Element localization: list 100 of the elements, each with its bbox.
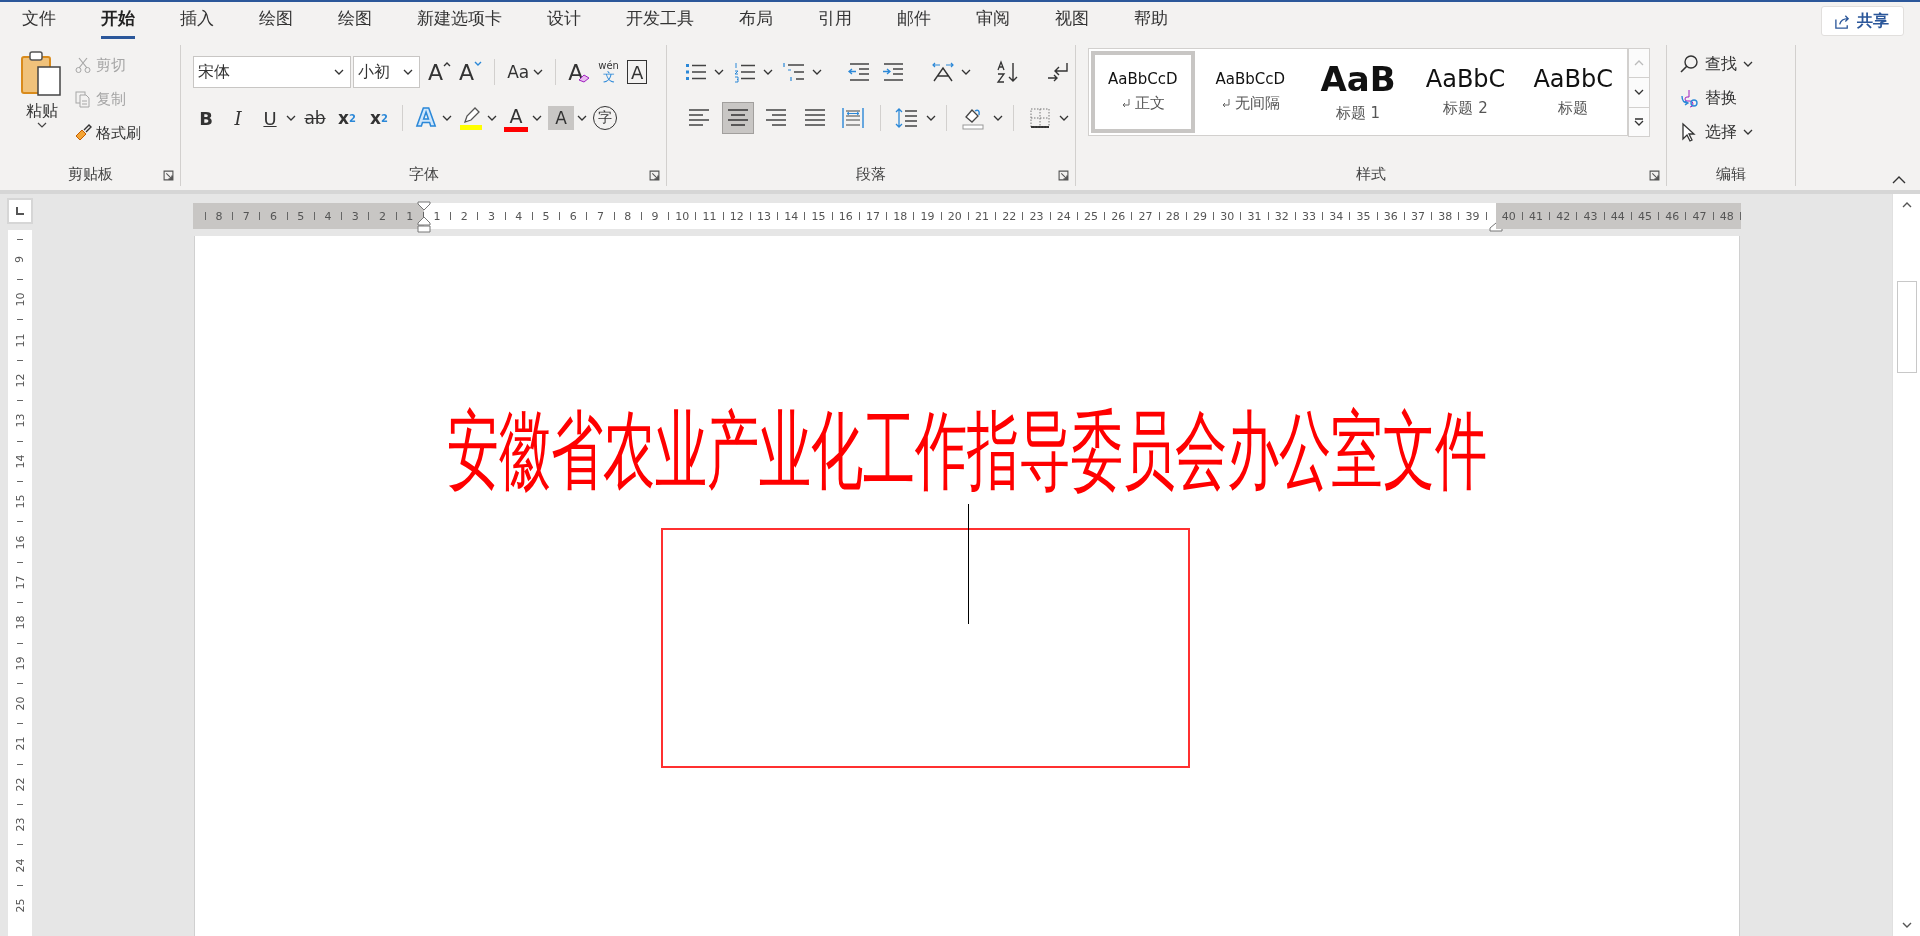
caret-icon[interactable] bbox=[577, 115, 587, 121]
ruler-number: 6 bbox=[568, 209, 578, 223]
ruler-number: 1 bbox=[432, 209, 442, 223]
caret-icon[interactable] bbox=[442, 115, 452, 121]
ruler-number: 4 bbox=[323, 209, 333, 223]
ribbon-tab[interactable]: 引用 bbox=[818, 3, 852, 39]
numbered-list-icon bbox=[733, 60, 757, 84]
cursor-icon bbox=[1679, 122, 1699, 142]
style-item[interactable]: AaBbCcD 正文 bbox=[1091, 51, 1195, 133]
group-label: 剪贴板 bbox=[67, 164, 113, 184]
ribbon-tab[interactable]: 视图 bbox=[1055, 3, 1089, 39]
caret-icon bbox=[1743, 129, 1753, 135]
dialog-launcher-icon[interactable] bbox=[163, 170, 174, 181]
strikethrough-button[interactable]: ab bbox=[302, 103, 328, 133]
copy-icon bbox=[74, 90, 92, 108]
caret-icon[interactable] bbox=[487, 115, 497, 121]
style-item[interactable]: AaBbC 标题 bbox=[1521, 51, 1625, 133]
style-item[interactable]: AaBbC 标题 2 bbox=[1413, 51, 1518, 133]
caret-icon[interactable] bbox=[532, 115, 542, 121]
caret-icon[interactable] bbox=[286, 115, 296, 121]
distribute-icon bbox=[841, 106, 866, 130]
ruler-number: 43 bbox=[1582, 209, 1599, 223]
ribbon-tab[interactable]: 文件 bbox=[22, 3, 56, 39]
scissors-icon bbox=[74, 56, 92, 74]
select-button[interactable]: 选择 bbox=[1679, 117, 1789, 147]
ruler-number: 31 bbox=[1246, 209, 1263, 223]
ruler-number: 33 bbox=[1301, 209, 1318, 223]
ribbon-tab[interactable]: 绘图 bbox=[338, 3, 372, 39]
ruler-number: 44 bbox=[1609, 209, 1626, 223]
ruler-number: 41 bbox=[1528, 209, 1545, 223]
paste-button[interactable]: 粘贴 bbox=[18, 49, 66, 162]
group-label: 段落 bbox=[856, 164, 886, 184]
caret-icon[interactable] bbox=[812, 69, 822, 75]
ruler-number: 14 bbox=[13, 454, 27, 469]
ribbon-tab[interactable]: 帮助 bbox=[1134, 3, 1168, 39]
ribbon-tab[interactable]: 开发工具 bbox=[626, 3, 694, 39]
caret-icon[interactable] bbox=[961, 69, 971, 75]
vertical-scrollbar[interactable] bbox=[1892, 194, 1920, 936]
dialog-launcher-icon[interactable] bbox=[649, 170, 660, 181]
more-styles-button[interactable] bbox=[1628, 106, 1650, 137]
phonetic-guide-button[interactable]: wén 文 bbox=[598, 57, 619, 87]
asian-layout-icon bbox=[931, 60, 955, 84]
ruler-number: 30 bbox=[1219, 209, 1236, 223]
ribbon-tab[interactable]: 绘图 bbox=[259, 3, 293, 39]
caret-icon[interactable] bbox=[714, 69, 724, 75]
caret-icon[interactable] bbox=[926, 115, 937, 121]
ruler-number: 39 bbox=[1464, 209, 1481, 223]
ribbon-tab[interactable]: 新建选项卡 bbox=[417, 3, 502, 39]
borders-icon bbox=[1027, 106, 1052, 130]
caret-icon[interactable] bbox=[992, 115, 1003, 121]
scrollbar-thumb[interactable] bbox=[1896, 281, 1917, 373]
font-color-button[interactable]: A bbox=[503, 103, 529, 133]
ruler-number: 13 bbox=[13, 413, 27, 428]
indent-marker-icon[interactable] bbox=[417, 201, 431, 233]
italic-button[interactable]: I bbox=[225, 103, 251, 133]
bold-button[interactable]: B bbox=[193, 103, 219, 133]
character-border-button[interactable]: A bbox=[626, 60, 648, 84]
grow-font-button[interactable]: A bbox=[428, 57, 452, 87]
font-name-field[interactable]: 宋体 bbox=[193, 56, 351, 88]
ruler-number: 35 bbox=[1355, 209, 1372, 223]
dialog-launcher-icon[interactable] bbox=[1649, 170, 1660, 181]
ruler-number: 10 bbox=[674, 209, 691, 223]
ribbon-tab[interactable]: 邮件 bbox=[897, 3, 931, 39]
caret-icon[interactable] bbox=[1059, 115, 1069, 121]
change-case-button[interactable]: Aa bbox=[507, 57, 544, 87]
font-size-field[interactable]: 小初 bbox=[353, 56, 420, 88]
replace-button[interactable]: 替换 bbox=[1679, 83, 1789, 113]
ruler-number: 24 bbox=[1055, 209, 1072, 223]
ruler-number: 11 bbox=[701, 209, 718, 223]
format-painter-button[interactable]: 格式刷 bbox=[74, 119, 141, 147]
clipboard-icon bbox=[20, 49, 64, 97]
share-button[interactable]: 共享 bbox=[1821, 6, 1904, 36]
ribbon-tab[interactable]: 插入 bbox=[180, 3, 214, 39]
expand-icon bbox=[1634, 117, 1644, 126]
ruler-number: 36 bbox=[1382, 209, 1399, 223]
style-item[interactable]: AaBbCcD 无间隔 bbox=[1198, 51, 1303, 133]
ruler-number: 18 bbox=[892, 209, 909, 223]
caret-icon[interactable] bbox=[763, 69, 773, 75]
underline-button[interactable]: U bbox=[257, 103, 283, 133]
text-box[interactable] bbox=[661, 528, 1190, 768]
ribbon-tab[interactable]: 布局 bbox=[739, 3, 773, 39]
search-icon bbox=[1679, 54, 1699, 74]
script-button[interactable]: x$^{2}$ bbox=[366, 103, 392, 133]
enclose-characters-button[interactable]: 字 bbox=[593, 106, 617, 130]
ribbon-tab[interactable]: 设计 bbox=[547, 3, 581, 39]
center-button[interactable] bbox=[721, 102, 755, 134]
ruler-number: 46 bbox=[1664, 209, 1681, 223]
dialog-launcher-icon[interactable] bbox=[1058, 170, 1069, 181]
ruler-number: 5 bbox=[296, 209, 306, 223]
style-item[interactable]: AaB 标题 1 bbox=[1306, 51, 1410, 133]
shrink-font-button[interactable]: A bbox=[459, 57, 483, 87]
tab-selector-button[interactable] bbox=[7, 198, 33, 224]
ruler-number: 22 bbox=[13, 777, 27, 792]
character-shading-button[interactable]: A bbox=[548, 106, 574, 130]
ribbon-tab[interactable]: 审阅 bbox=[976, 3, 1010, 39]
up-caret-icon bbox=[1634, 60, 1644, 67]
ruler-number: 28 bbox=[1164, 209, 1181, 223]
collapse-ribbon-icon[interactable] bbox=[1892, 176, 1906, 184]
paintbrush-icon bbox=[74, 124, 92, 142]
find-button[interactable]: 查找 bbox=[1679, 49, 1789, 79]
